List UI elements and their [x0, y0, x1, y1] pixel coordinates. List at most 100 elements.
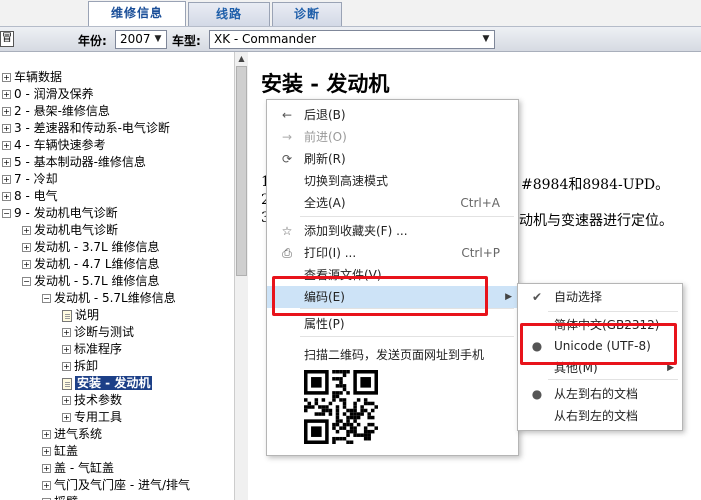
expand-icon[interactable]: + — [22, 243, 31, 252]
tree-item[interactable]: − 发动机 - 5.7L 维修信息 — [22, 273, 160, 290]
tree-item-label: 0 - 润滑及保养 — [14, 87, 94, 101]
expand-icon[interactable]: + — [42, 481, 51, 490]
context-menu-item[interactable]: 切换到高速模式 — [267, 170, 518, 192]
collapse-icon[interactable]: − — [42, 294, 51, 303]
expand-icon[interactable]: + — [42, 447, 51, 456]
tree-item[interactable]: + 发动机 - 4.7 L维修信息 — [22, 256, 160, 273]
tree-item-label: 2 - 悬架-维修信息 — [14, 104, 110, 118]
tree-scrollbar[interactable]: ▲ — [234, 52, 248, 500]
tree-item[interactable]: +7 - 冷却 — [2, 171, 58, 188]
encoding-submenu: ✔ 自动选择简体中文(GB2312) ● Unicode (UTF-8) 其他(M) ▶ ●… — [517, 283, 683, 431]
expand-icon[interactable]: + — [2, 73, 11, 82]
tree-item[interactable]: +5 - 基本制动器-维修信息 — [2, 154, 146, 171]
book-icon[interactable]: 冒 — [0, 31, 14, 47]
tree-item[interactable]: + 盖 - 气缸盖 — [42, 460, 114, 477]
context-menu-item[interactable]: ⟳ 刷新(R) — [267, 148, 518, 170]
menu-item-label: 打印(I) ... — [304, 246, 357, 260]
expand-icon[interactable]: + — [2, 107, 11, 116]
expand-icon[interactable]: + — [62, 345, 71, 354]
forward-arrow-icon: → — [281, 130, 293, 144]
step-3-text: 动机与变速器进行定位。 — [519, 213, 673, 229]
tree-item[interactable]: +0 - 润滑及保养 — [2, 86, 94, 103]
model-select[interactable]: XK - Commander ▼ — [209, 30, 495, 49]
expand-icon[interactable]: + — [2, 158, 11, 167]
collapse-icon[interactable]: − — [2, 209, 11, 218]
context-menu-item[interactable]: → 前进(O) — [267, 126, 518, 148]
expand-icon[interactable]: + — [62, 413, 71, 422]
expand-icon[interactable]: + — [62, 396, 71, 405]
tree-item[interactable]: + 发动机电气诊断 — [22, 222, 118, 239]
tab-repair-info[interactable]: 维修信息 — [88, 1, 186, 26]
tree-item[interactable]: + 进气系统 — [42, 426, 102, 443]
tree-item-label: 诊断与测试 — [74, 325, 135, 339]
encoding-option-label: 从左到右的文档 — [554, 387, 639, 401]
submenu-arrow-icon: ▶ — [667, 363, 674, 373]
collapse-icon[interactable]: − — [22, 277, 31, 286]
expand-icon[interactable]: + — [2, 90, 11, 99]
tree-item[interactable]: +摇臂 — [42, 494, 78, 500]
encoding-option[interactable]: 简体中文(GB2312) — [518, 314, 682, 336]
expand-icon[interactable]: + — [2, 141, 11, 150]
tab-wiring[interactable]: 线路 — [188, 2, 270, 26]
tree-item[interactable]: + 气门及气门座 - 进气/排气 — [42, 477, 190, 494]
tree-item-label: 4 - 车辆快速参考 — [14, 138, 106, 152]
tree-item-label: 摇臂 — [54, 495, 78, 500]
expand-icon[interactable]: + — [22, 226, 31, 235]
tree-item[interactable]: +3 - 差速器和传动系-电气诊断 — [2, 120, 170, 137]
encoding-option[interactable]: ✔ 自动选择 — [518, 286, 682, 308]
encoding-option[interactable]: 从右到左的文档 — [518, 405, 682, 427]
context-menu-item[interactable]: ← 后退(B) — [267, 104, 518, 126]
expand-icon[interactable]: + — [42, 430, 51, 439]
expand-icon[interactable]: + — [62, 362, 71, 371]
scroll-up-icon[interactable]: ▲ — [236, 54, 247, 64]
tree-item[interactable]: + 诊断与测试 — [62, 324, 134, 341]
encoding-option[interactable]: 其他(M) ▶ — [518, 357, 682, 379]
menu-item-label: 查看源文件(V) — [304, 268, 382, 282]
expand-icon[interactable]: + — [62, 328, 71, 337]
tree-item-label: 5 - 基本制动器-维修信息 — [14, 155, 146, 169]
tree-item[interactable]: + 发动机 - 3.7L 维修信息 — [22, 239, 160, 256]
tree-item[interactable]: 说明 — [62, 307, 99, 324]
context-menu-item[interactable]: 属性(P) — [267, 313, 518, 335]
tree-item[interactable]: + 技术参数 — [62, 392, 122, 409]
year-select[interactable]: 2007 ▼ — [115, 30, 167, 49]
context-menu-item[interactable]: ⎙ 打印(I) ... Ctrl+P — [267, 242, 518, 264]
expand-icon[interactable]: + — [2, 175, 11, 184]
scroll-thumb[interactable] — [236, 66, 247, 276]
tree-item-label: 发动机 - 5.7L维修信息 — [54, 291, 176, 305]
context-menu-item[interactable]: 全选(A) Ctrl+A — [267, 192, 518, 214]
context-menu-item[interactable]: 编码(E) ▶ — [267, 286, 518, 308]
year-label: 年份: — [78, 34, 107, 48]
tab-diagnostics[interactable]: 诊断 — [272, 2, 342, 26]
menu-item-label: 编码(E) — [304, 290, 345, 304]
encoding-option-label: 从右到左的文档 — [554, 409, 639, 423]
tree-item-label: 拆卸 — [74, 359, 99, 373]
chevron-down-icon: ▼ — [154, 34, 162, 44]
tree-item[interactable]: + 车辆数据 — [2, 69, 62, 86]
expand-icon[interactable]: + — [42, 464, 51, 473]
tree-item-label: 发动机 - 3.7L 维修信息 — [34, 240, 160, 254]
encoding-option[interactable]: ● 从左到右的文档 — [518, 383, 682, 405]
tree-item[interactable]: +2 - 悬架-维修信息 — [2, 103, 110, 120]
menu-separator — [548, 311, 678, 312]
app-window: 维修信息 线路 诊断 冒 年份: 2007 ▼ 车型: XK - Command… — [0, 0, 701, 500]
tree-item[interactable]: − 发动机 - 5.7L维修信息 — [42, 290, 176, 307]
tree-item[interactable]: + 缸盖 — [42, 443, 78, 460]
tree-item-label: 7 - 冷却 — [14, 172, 58, 186]
tree-item[interactable]: −9 - 发动机电气诊断 — [2, 205, 118, 222]
expand-icon[interactable]: + — [22, 260, 31, 269]
context-menu-item[interactable]: ☆ 添加到收藏夹(F) ... — [267, 220, 518, 242]
menu-item-label: 后退(B) — [304, 108, 346, 122]
expand-icon[interactable]: + — [2, 124, 11, 133]
tree-item[interactable]: + 专用工具 — [62, 409, 122, 426]
tree-item[interactable]: +4 - 车辆快速参考 — [2, 137, 106, 154]
tree-item[interactable]: + 拆卸 — [62, 358, 98, 375]
encoding-option[interactable]: ● Unicode (UTF-8) — [518, 335, 682, 357]
tree-item[interactable]: +8 - 电气 — [2, 188, 58, 205]
expand-icon[interactable]: + — [2, 192, 11, 201]
tree-item[interactable]: 安装 - 发动机 — [62, 375, 153, 392]
tree-item[interactable]: + 标准程序 — [62, 341, 122, 358]
context-menu-item[interactable]: 查看源文件(V) — [267, 264, 518, 286]
navigation-tree: + 车辆数据 +0 - 润滑及保养 +2 - 悬架-维修信息 +3 - 差速器和传动系-… — [0, 52, 234, 500]
tree-item-label: 缸盖 — [54, 444, 79, 458]
